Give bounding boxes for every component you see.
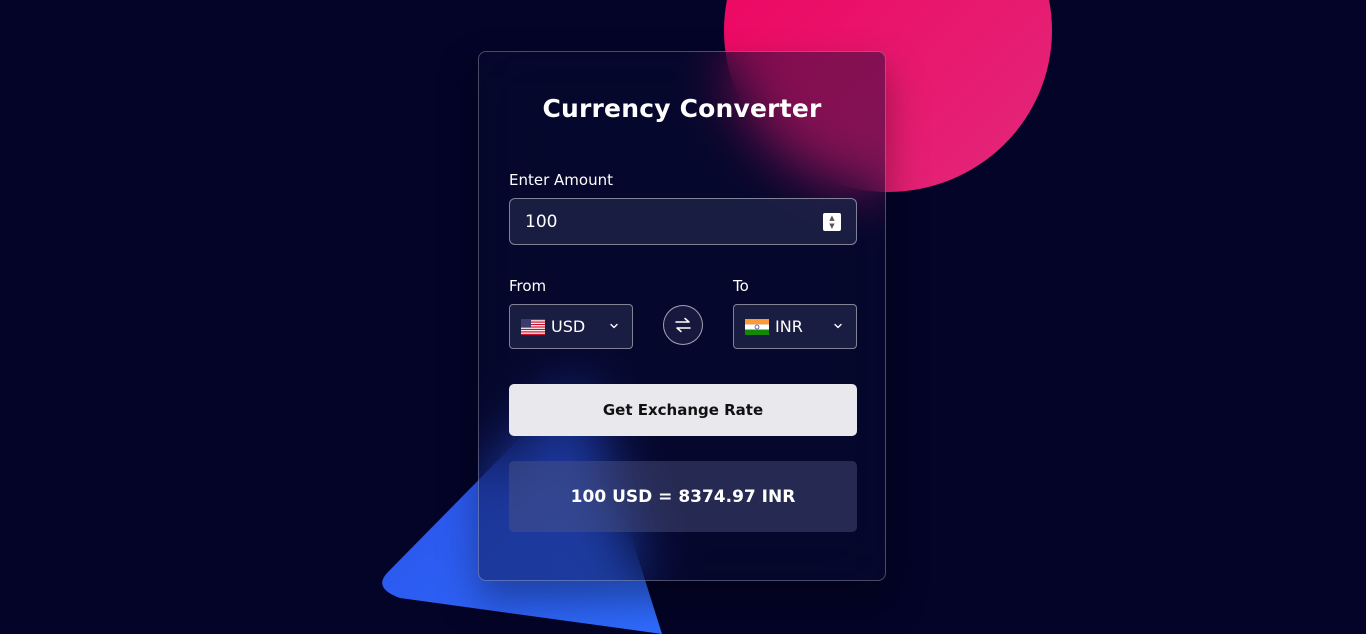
chevron-up-icon[interactable]: ▲ (829, 214, 834, 222)
to-currency-select[interactable]: INR (733, 304, 857, 349)
result-text: 100 USD = 8374.97 INR (570, 486, 796, 507)
swap-arrows-icon (675, 317, 691, 333)
converter-card: Currency Converter Enter Amount 100 ▲ ▼ … (478, 51, 886, 581)
from-currency-select[interactable]: USD (509, 304, 633, 349)
page-title: Currency Converter (542, 94, 822, 123)
amount-label: Enter Amount (509, 171, 613, 189)
app-stage: Currency Converter Enter Amount 100 ▲ ▼ … (0, 0, 1366, 634)
chevron-down-icon (610, 323, 618, 329)
from-currency-value: USD (551, 317, 586, 336)
number-spinner[interactable]: ▲ ▼ (823, 213, 841, 231)
swap-currencies-button[interactable] (663, 305, 703, 345)
to-label: To (733, 277, 749, 295)
amount-input[interactable]: 100 ▲ ▼ (509, 198, 857, 245)
us-flag-icon (521, 319, 545, 335)
from-label: From (509, 277, 547, 295)
india-flag-icon (745, 319, 769, 335)
get-exchange-rate-button[interactable]: Get Exchange Rate (509, 384, 857, 436)
exchange-result: 100 USD = 8374.97 INR (509, 461, 857, 532)
to-currency-value: INR (775, 317, 803, 336)
amount-value: 100 (525, 212, 558, 232)
chevron-down-icon[interactable]: ▼ (829, 222, 834, 230)
chevron-down-icon (834, 323, 842, 329)
